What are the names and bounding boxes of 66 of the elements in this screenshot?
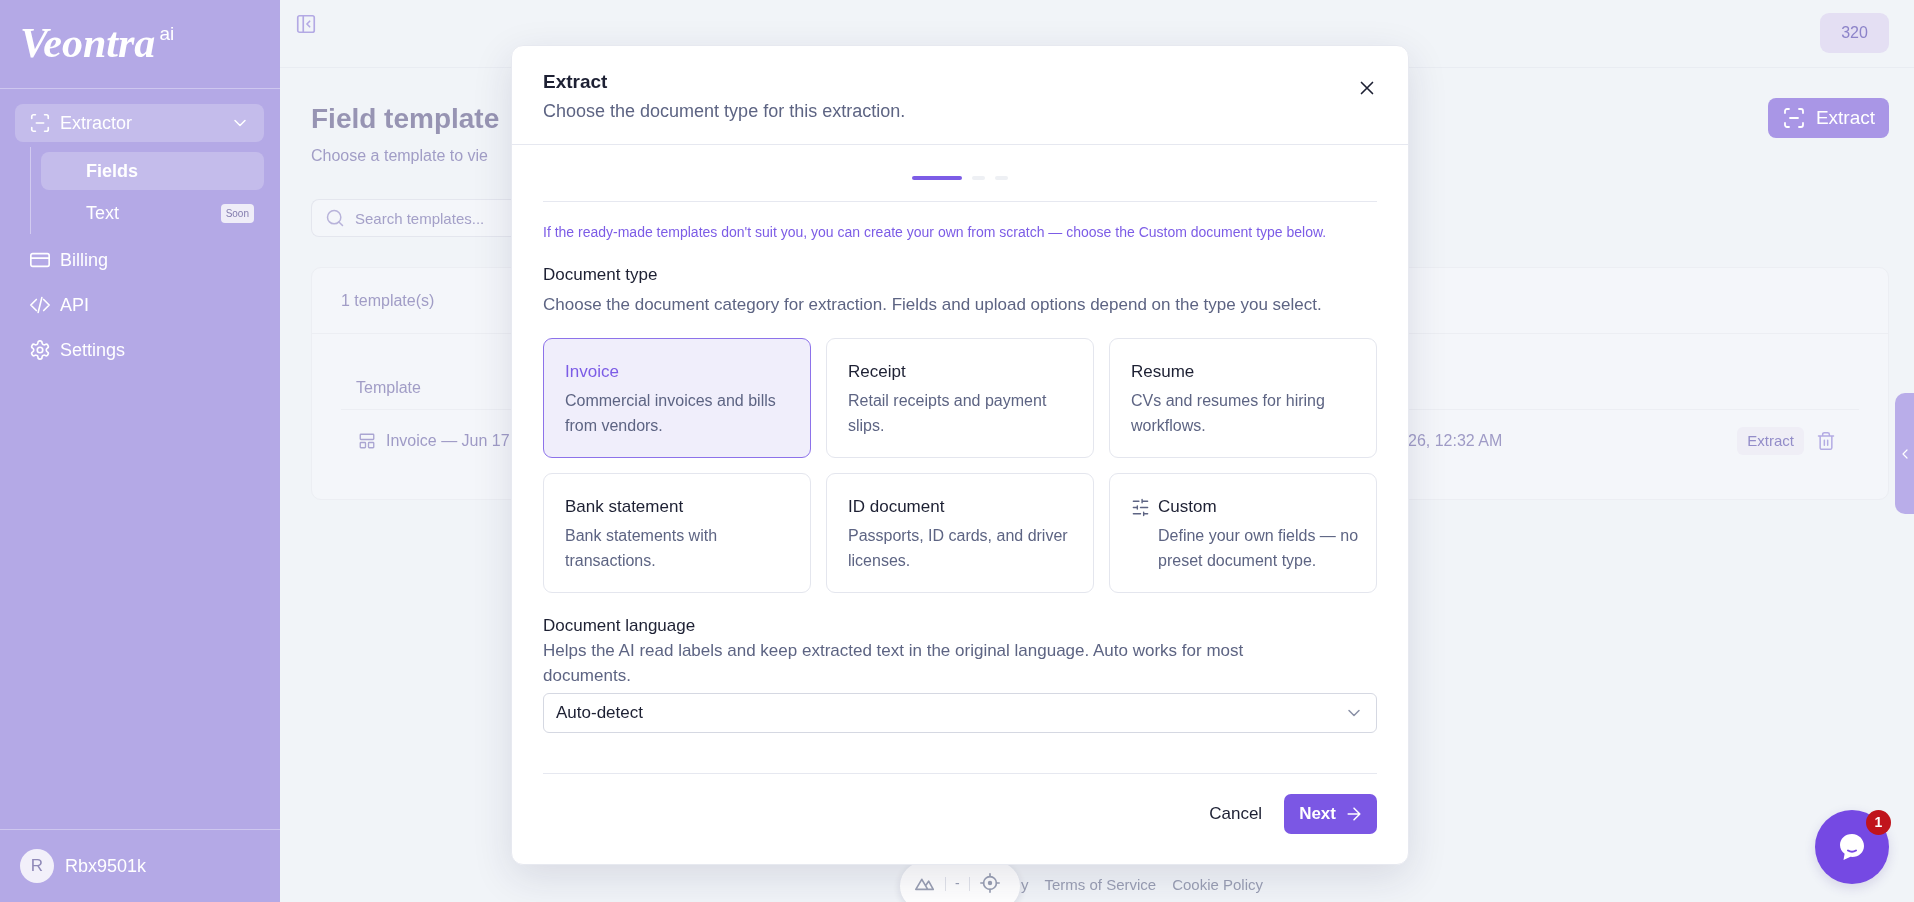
logo-text: Veontra [20, 20, 156, 66]
document-type-option[interactable]: ID document Passports, ID cards, and driver licenses. [826, 473, 1094, 593]
search-icon [325, 208, 345, 228]
template-name: Invoice — Jun 17 [386, 431, 510, 451]
notice-text: If the ready-made templates don't suit you, you can create your own from scratch — choose the Custom document type below. [543, 223, 1328, 241]
section-description: Helps the AI read labels and keep extracted text in the original language. Auto works for most documents. [543, 640, 1245, 687]
search-field[interactable]: Search templates... [311, 199, 511, 237]
document-type-option[interactable]: Custom Define your own fields — no preset document type. [1109, 473, 1377, 593]
sidebar-subitem[interactable]: Fields [41, 152, 264, 190]
date-cell-text: 26, 12:32 AM [1408, 431, 1503, 451]
user-name: Rbx9501k [65, 854, 147, 878]
sidebar-item[interactable]: Extractor [15, 104, 264, 142]
document-type-option[interactable]: Invoice Commercial invoices and bills from vendors. [543, 338, 811, 458]
chat-button[interactable] [1815, 810, 1889, 884]
sidebar-item[interactable]: Billing [15, 241, 264, 279]
sliders-icon [1131, 498, 1150, 517]
section-label: Document type [543, 264, 659, 286]
devtools-value: - [955, 874, 960, 893]
option-description: Define your own fields — no preset document type. [1158, 526, 1360, 571]
scan-frame-icon [29, 112, 51, 134]
notification-badge: 1 [1866, 810, 1891, 835]
panel-toggle-tab[interactable] [1895, 393, 1914, 514]
scan-frame-icon [1781, 106, 1806, 130]
template-count: 1 template(s) [341, 290, 435, 311]
crosshair-icon[interactable] [978, 872, 1001, 894]
cancel-button[interactable]: Cancel [1207, 801, 1265, 827]
option-title: Bank statement [565, 496, 685, 518]
option-description: CVs and resumes for hiring workflows. [1131, 391, 1326, 436]
footer-link[interactable]: Terms of Service [1044, 873, 1157, 897]
footer-link[interactable]: Cookie Policy [1172, 873, 1264, 897]
code-icon [29, 294, 51, 316]
section-description: Choose the document category for extraction. Fields and upload options depend on the type you select. [543, 294, 1323, 316]
column-header: Template [356, 377, 421, 398]
section-label: Document language [543, 615, 697, 637]
trash-icon[interactable] [1816, 431, 1836, 451]
modal-subtitle: Choose the document type for this extraction. [543, 100, 906, 122]
next-button[interactable]: Next [1284, 794, 1377, 834]
page-subtitle: Choose a template to vie [311, 146, 489, 166]
option-description: Passports, ID cards, and driver licenses. [848, 526, 1069, 571]
sidebar-subitem[interactable]: Text Soon [41, 194, 264, 232]
option-title: Receipt [848, 361, 907, 383]
option-title: ID document [848, 496, 946, 518]
footer-link[interactable]: y [1020, 873, 1029, 897]
language-select[interactable]: Auto-detect [543, 693, 1377, 733]
row-extract-button[interactable]: Extract [1737, 427, 1804, 455]
page-title: Field template [311, 102, 500, 136]
option-description: Commercial invoices and bills from vendors. [565, 391, 777, 436]
extract-button[interactable]: Extract [1767, 98, 1889, 138]
settings-icon [29, 339, 51, 361]
option-title: Custom [1158, 496, 1218, 518]
document-type-option[interactable]: Bank statement Bank statements with transactions. [543, 473, 811, 593]
logo-suffix: ai [159, 24, 175, 44]
option-title: Resume [1131, 361, 1196, 383]
sidebar-item[interactable]: Settings [15, 331, 264, 369]
sidebar-item[interactable]: API [15, 286, 264, 324]
document-type-option[interactable]: Receipt Retail receipts and payment slips. [826, 338, 1094, 458]
layout-icon [358, 432, 376, 450]
soon-badge: Soon [220, 203, 254, 223]
sidebar-collapse-icon[interactable] [295, 13, 317, 35]
modal-title: Extract [543, 70, 609, 94]
option-description: Bank statements with transactions. [565, 526, 719, 571]
option-description: Retail receipts and payment slips. [848, 391, 1048, 436]
credits-badge: 320 [1820, 13, 1889, 53]
avatar-circle: R [20, 849, 54, 883]
option-title: Invoice [565, 361, 620, 383]
document-type-option[interactable]: Resume CVs and resumes for hiring workflows. [1109, 338, 1377, 458]
